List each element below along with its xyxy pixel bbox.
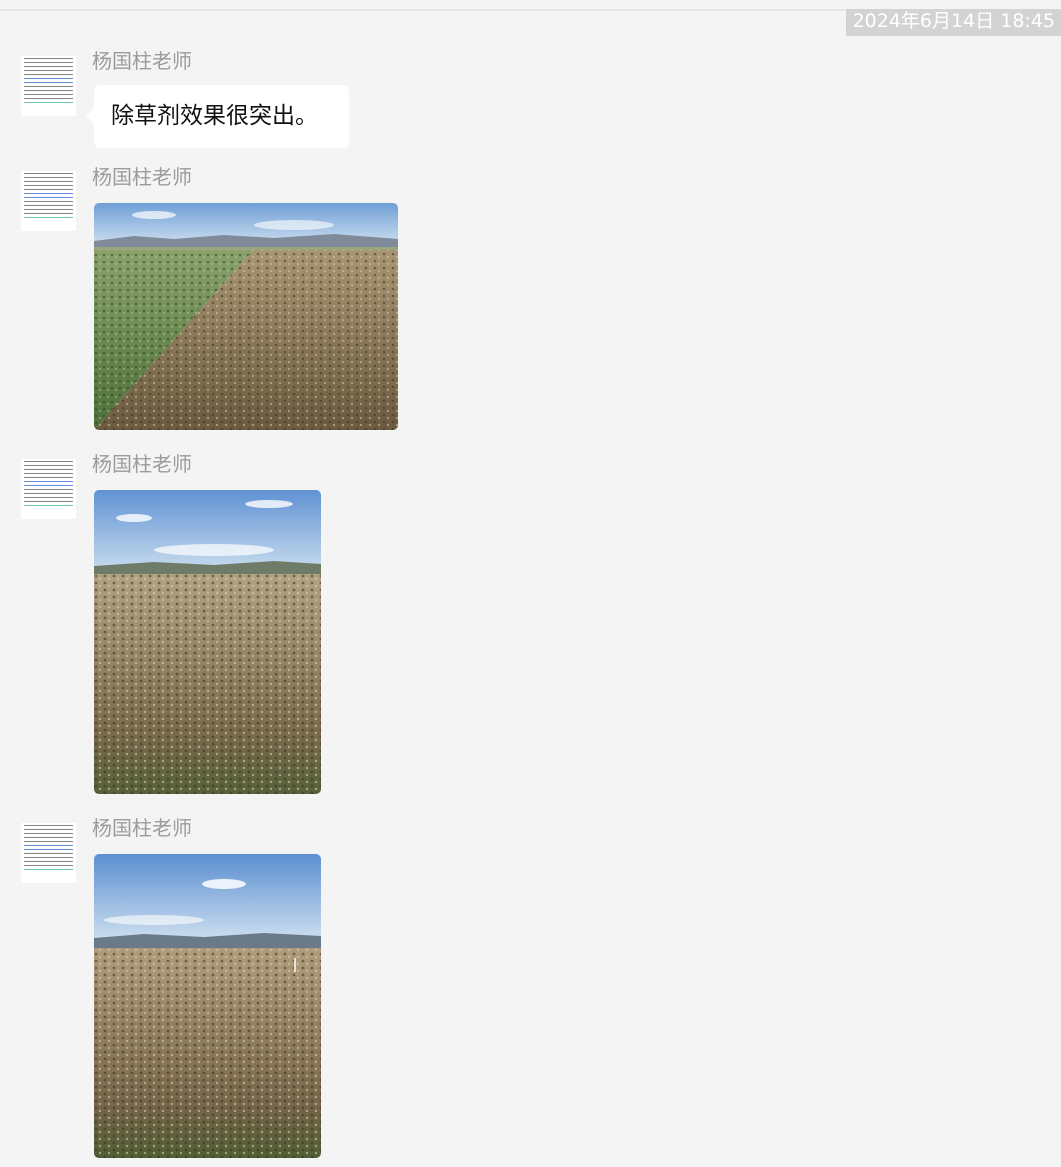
text-message-bubble[interactable]: 除草剂效果很突出。 <box>86 85 349 148</box>
field-comparison-photo <box>94 203 398 430</box>
avatar[interactable] <box>21 459 76 519</box>
sender-name: 杨国柱老师 <box>92 452 192 476</box>
avatar[interactable] <box>21 56 76 116</box>
image-message[interactable] <box>94 203 398 430</box>
avatar[interactable] <box>21 823 76 883</box>
image-message[interactable] <box>94 490 321 794</box>
sender-name: 杨国柱老师 <box>92 49 192 73</box>
image-message[interactable] <box>94 854 321 1158</box>
avatar[interactable] <box>21 171 76 231</box>
sender-name: 杨国柱老师 <box>92 165 192 189</box>
message-timestamp: 2024年6月14日 18:45 <box>845 9 1061 36</box>
sender-name: 杨国柱老师 <box>92 816 192 840</box>
sprayed-field-photo <box>94 490 321 794</box>
sprayed-field-photo <box>94 854 321 1158</box>
